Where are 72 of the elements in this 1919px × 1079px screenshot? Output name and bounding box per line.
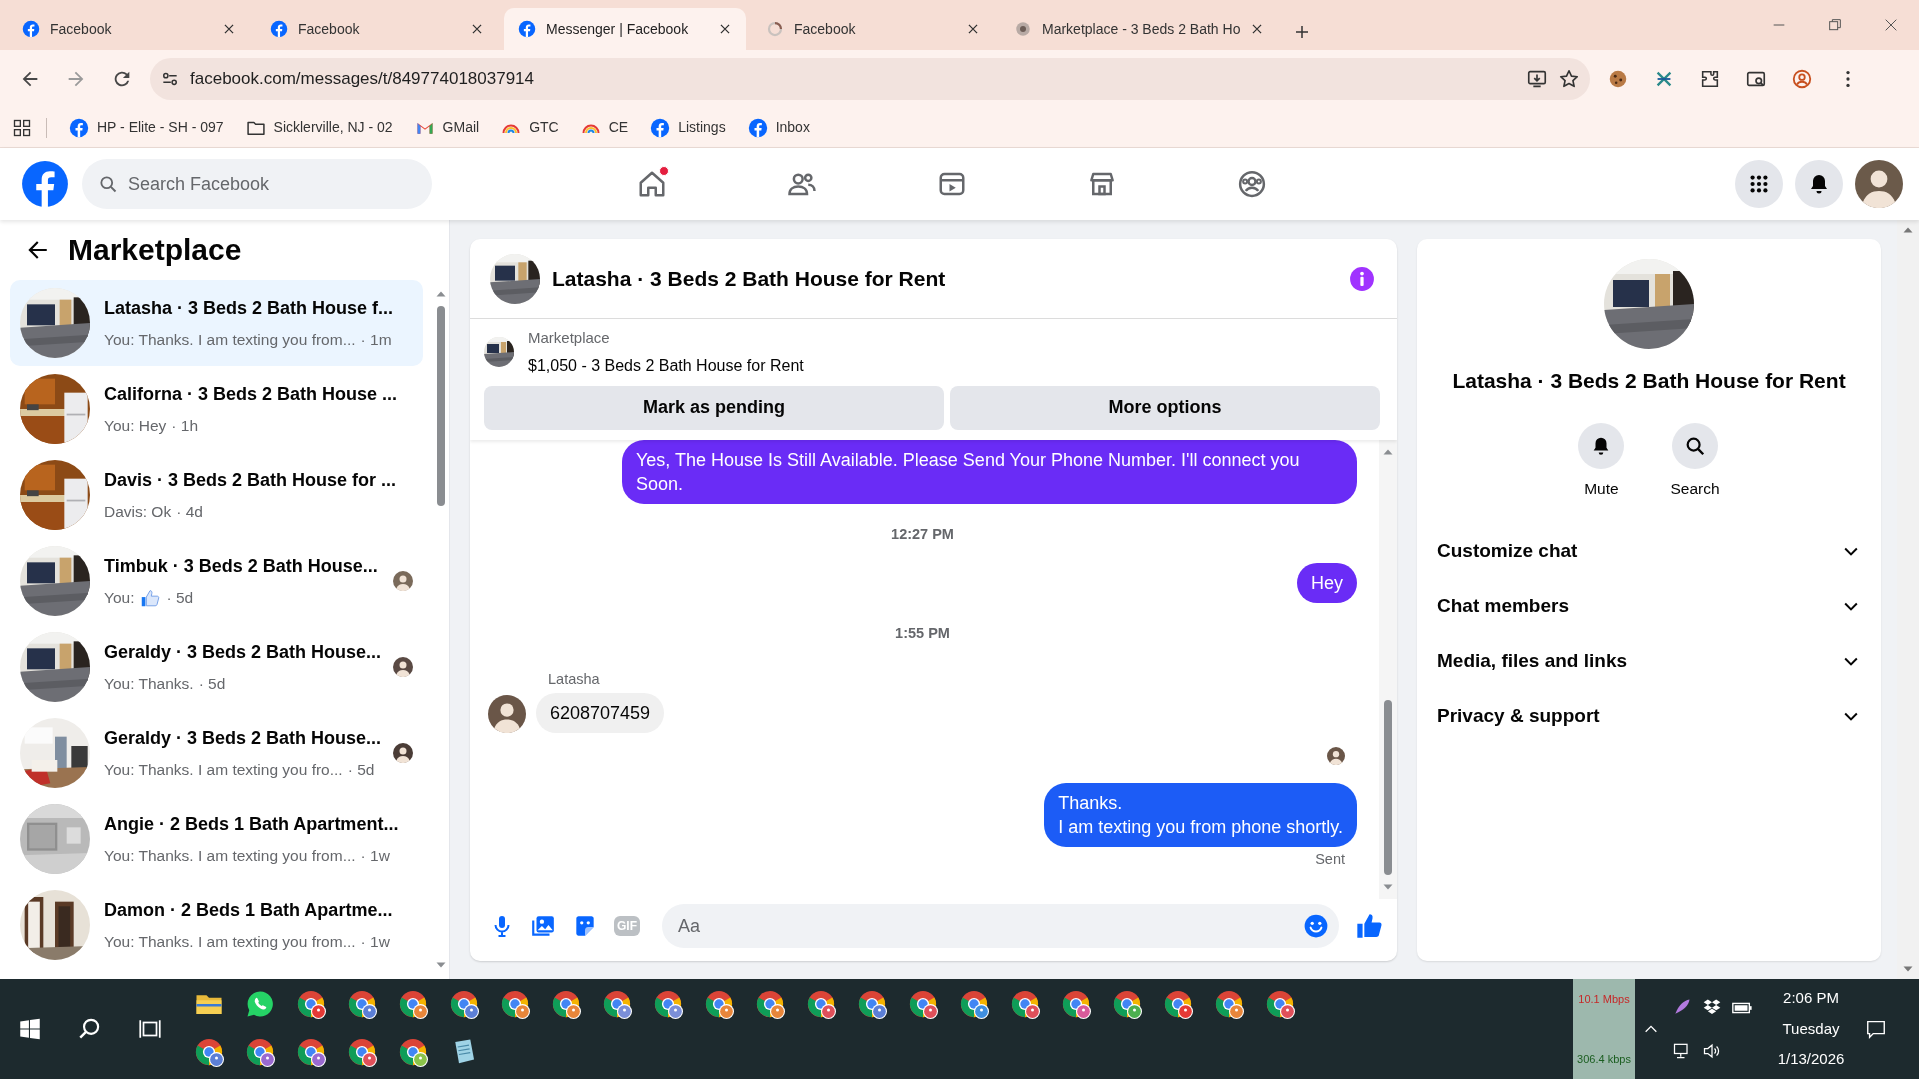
listing-text: $1,050 - 3 Beds 2 Bath House for Rent: [528, 355, 804, 376]
upload-speed: 306.4 kbps: [1577, 1051, 1631, 1067]
message-time: · 1w: [360, 931, 390, 952]
browser-tab[interactable]: Facebook: [752, 8, 994, 50]
conversation-item[interactable]: Latasha · 3 Beds 2 Bath House f... You: Thanks. I am texting you from... · 1m: [10, 280, 423, 366]
conversation-title: Davis · 3 Beds 2 Bath House for ...: [104, 468, 398, 492]
bookmark[interactable]: Sicklerville, NJ - 02: [237, 113, 401, 142]
action-label: Mute: [1584, 478, 1619, 499]
bookmark[interactable]: GTC: [493, 113, 567, 142]
message-preview: Davis: Ok: [104, 501, 172, 522]
message-time: · 5d: [166, 587, 194, 608]
timestamp: 1:55 PM: [895, 624, 950, 644]
section-row[interactable]: Media, files and links: [1433, 633, 1865, 689]
conversation-title: Latasha · 3 Beds 2 Bath House f...: [104, 296, 395, 320]
conversation-title: Geraldy · 3 Beds 2 Bath House...: [104, 640, 379, 664]
action-button[interactable]: Mark as pending: [484, 385, 944, 430]
conversation-item[interactable]: Timbuk · 3 Beds 2 Bath House... You: · 5d: [10, 538, 423, 624]
download-speed: 10.1 Mbps: [1578, 992, 1630, 1007]
bookmark[interactable]: GMail: [406, 113, 488, 142]
message-preview: You: Thanks. I am texting you from...: [104, 845, 356, 866]
message-preview: You: Thanks. I am texting you fro...: [104, 759, 343, 780]
conversation-item[interactable]: Angie · 2 Beds 1 Bath Apartment... You: Thanks. I am texting you from... · 1w: [10, 796, 423, 882]
message-input[interactable]: Aa: [662, 904, 1339, 948]
listing-label: Marketplace: [528, 328, 611, 348]
timestamp: 12:27 PM: [891, 524, 954, 544]
contact-title: Latasha · 3 Beds 2 Bath House for Rent: [1452, 368, 1846, 394]
conversation-title: Angie · 2 Beds 1 Bath Apartment...: [104, 812, 400, 836]
message-preview: You:: [104, 587, 135, 608]
message-preview: You: Thanks. I am texting you from...: [104, 931, 356, 952]
conversation-item[interactable]: Californa · 3 Beds 2 Bath House ... You: Hey · 1h: [10, 366, 423, 452]
bookmark[interactable]: Inbox: [739, 113, 818, 142]
action-label: Search: [1670, 478, 1720, 499]
message-time: · 4d: [176, 501, 203, 522]
conversation-item[interactable]: Damon · 2 Beds 1 Bath Apartme... You: Thanks. I am texting you from... · 1w: [10, 882, 423, 968]
message-time: · 5d: [198, 673, 226, 694]
message-bubble: Yes, The House Is Still Available. Please Send Your Phone Number. I'll connect you Soon.: [622, 439, 1357, 504]
message-preview: You: Thanks.: [104, 673, 194, 694]
browser-tab[interactable]: Facebook: [8, 8, 250, 50]
message-time: · 1w: [360, 845, 390, 866]
clock-date[interactable]: 1/13/2026: [1777, 1048, 1845, 1071]
sender-name: Latasha: [548, 670, 601, 689]
message-bubble: 6208707459: [536, 692, 665, 733]
panel-title: Marketplace: [68, 232, 242, 268]
message-time: · 1m: [360, 329, 392, 350]
browser-tab[interactable]: Messenger | Facebook: [504, 8, 746, 50]
message-preview: You: Hey: [104, 415, 167, 436]
chat-title: Latasha · 3 Beds 2 Bath House for Rent: [552, 265, 947, 292]
bookmark[interactable]: Listings: [642, 113, 734, 142]
conversation-title: Californa · 3 Beds 2 Bath House ...: [104, 382, 399, 406]
conversation-title: Timbuk · 3 Beds 2 Bath House...: [104, 554, 379, 578]
clock-time[interactable]: 2:06 PM: [1783, 987, 1839, 1010]
delivery-status: Sent: [1315, 849, 1345, 869]
message-bubble: Hey: [1297, 563, 1357, 604]
bookmark[interactable]: HP - Elite - SH - 097: [61, 113, 232, 142]
conversation-item[interactable]: Geraldy · 3 Beds 2 Bath House... You: Thanks. I am texting you fro... · 5d: [10, 710, 423, 796]
section-row[interactable]: Customize chat: [1433, 523, 1865, 579]
conversation-title: Damon · 2 Beds 1 Bath Apartme...: [104, 898, 394, 922]
clock-day[interactable]: Tuesday: [1782, 1017, 1840, 1041]
bookmark[interactable]: CE: [572, 113, 637, 142]
message-bubble: Thanks. I am texting you from phone shortly.: [1044, 782, 1357, 847]
message-time: · 1h: [171, 415, 199, 436]
conversation-item[interactable]: Geraldy · 3 Beds 2 Bath House... You: Thanks. · 5d: [10, 624, 423, 710]
search-field[interactable]: Search Facebook: [82, 159, 432, 209]
message-preview: You: Thanks. I am texting you from...: [104, 329, 356, 350]
browser-tab[interactable]: Facebook: [256, 8, 498, 50]
section-row[interactable]: Chat members: [1433, 578, 1865, 634]
section-row[interactable]: Privacy & support: [1433, 688, 1865, 744]
message-time: · 5d: [347, 759, 375, 780]
action-button[interactable]: More options: [950, 385, 1380, 430]
conversation-item[interactable]: Davis · 3 Beds 2 Bath House for ... Davis: Ok · 4d: [10, 452, 423, 538]
conversation-title: Geraldy · 3 Beds 2 Bath House...: [104, 726, 379, 750]
browser-tab[interactable]: Marketplace - 3 Beds 2 Bath Ho: [1000, 8, 1279, 50]
